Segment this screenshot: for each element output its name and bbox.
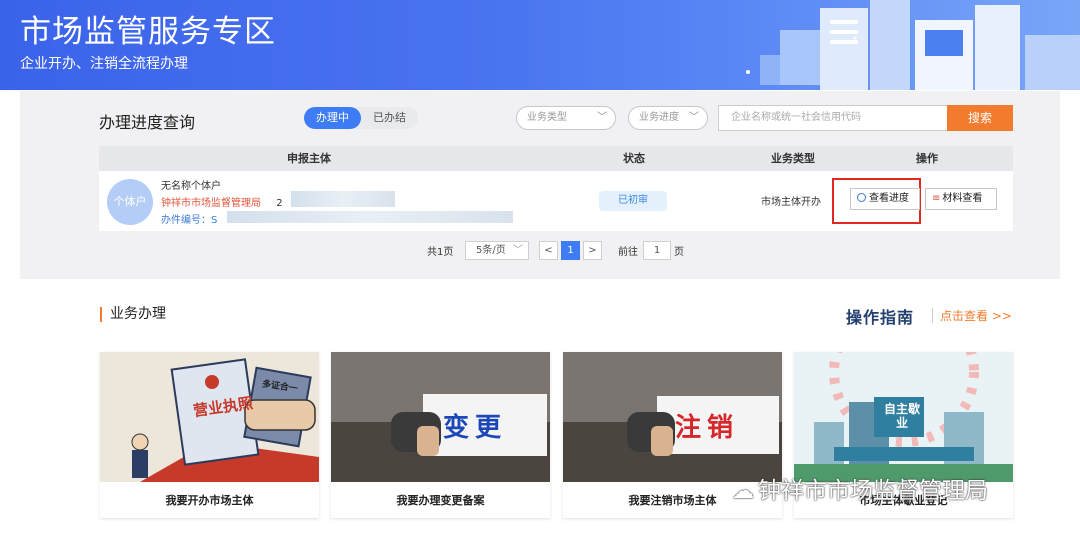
chevron-down-icon: ﹀ [513,245,523,256]
goto-page-input[interactable]: 1 [643,241,671,260]
cancel-sign: 注销 [675,413,740,443]
tab-in-progress[interactable]: 办理中 [304,107,361,129]
document-icon: ≡ [932,193,941,204]
business-type-placeholder: 业务类型 [527,112,567,123]
search-button[interactable]: 搜索 [947,105,1013,131]
cancel-illustration [563,352,782,482]
card-image: 变更 [331,352,550,482]
business-progress-placeholder: 业务进度 [639,112,679,123]
banner-title: 市场监管服务专区 [20,14,276,50]
card-change-record[interactable]: 变更 我要办理变更备案 [331,352,550,518]
page-size-select[interactable]: 5条/页 ﹀ [465,241,529,260]
entity-org: 钟祥市市场监督管理局 2 [161,194,283,209]
divider [932,308,933,323]
tab-finished[interactable]: 已办结 [361,107,418,129]
column-header: 状态 [623,152,645,165]
watermark: ☁ 钟祥市市场监督管理局 [732,471,988,505]
card-caption: 我要办理变更备案 [396,494,485,507]
pager-total: 共1页 [427,247,454,258]
column-header: 业务类型 [771,152,815,165]
next-page-button[interactable]: > [583,241,602,260]
view-progress-label: 查看进度 [869,193,909,204]
city-illustration [746,0,1080,90]
column-header: 操作 [916,152,938,165]
table-header: 申报主体 状态 业务类型 操作 [99,146,1013,171]
card-open-entity[interactable]: 营业执照 多证合一 我要开办市场主体 [100,352,319,518]
redacted-area [227,211,513,223]
clock-icon [857,193,866,202]
suspend-sign: 自主歇业 [883,402,920,430]
view-progress-button[interactable]: 查看进度 [850,188,920,210]
banner: 市场监管服务专区 企业开办、注销全流程办理 [0,0,1080,90]
business-type-select[interactable]: 业务类型 ﹀ [516,106,616,130]
page-size-value: 5条/页 [476,245,506,256]
view-material-button[interactable]: ≡ 材料查看 [925,188,997,210]
wechat-icon: ☁ [732,479,754,504]
status-segment: 办理中 已办结 [304,107,418,129]
chevron-down-icon: ﹀ [597,112,607,123]
watermark-text: 钟祥市市场监督管理局 [758,478,988,504]
case-number: 办件编号：S [161,215,218,226]
goto-label: 前往 [618,247,638,258]
status-badge: 已初审 [599,191,667,211]
entity-org-name: 钟祥市市场监督管理局 [161,198,261,209]
prev-page-button[interactable]: < [539,241,558,260]
card-image: 营业执照 多证合一 [100,352,319,482]
business-type-value: 市场主体开办 [761,197,821,208]
change-illustration [331,352,550,482]
card-image: 注销 [563,352,782,482]
entity-name: 无名称个体户 [161,181,221,192]
entity-org-suffix: 2 [276,198,283,209]
page-1-button[interactable]: 1 [561,241,580,260]
search-input[interactable]: 企业名称或统一社会信用代码 [718,105,948,131]
redacted-area [291,191,395,207]
progress-panel: 办理进度查询 办理中 已办结 业务类型 ﹀ 业务进度 ﹀ 企业名称或统一社会信用… [20,91,1060,279]
avatar: 个体户 [107,179,153,225]
business-progress-select[interactable]: 业务进度 ﹀ [628,106,708,130]
banner-subtitle: 企业开办、注销全流程办理 [20,56,188,72]
table-row: 个体户 无名称个体户 钟祥市市场监督管理局 2 办件编号：S 已初审 市场主体开… [99,171,1013,231]
card-image: 自主歇业 [794,352,1013,482]
business-section-title: 业务办理 [100,307,166,322]
view-material-label: 材料查看 [942,193,983,204]
chevron-down-icon: ﹀ [689,112,699,123]
column-header: 申报主体 [287,152,331,165]
progress-title: 办理进度查询 [99,113,196,132]
change-sign: 变更 [443,413,508,443]
guide-title: 操作指南 [846,308,915,327]
page-suffix: 页 [674,247,684,258]
card-caption: 我要开办市场主体 [165,494,254,507]
guide-link[interactable]: 点击查看 >> [940,307,1012,324]
